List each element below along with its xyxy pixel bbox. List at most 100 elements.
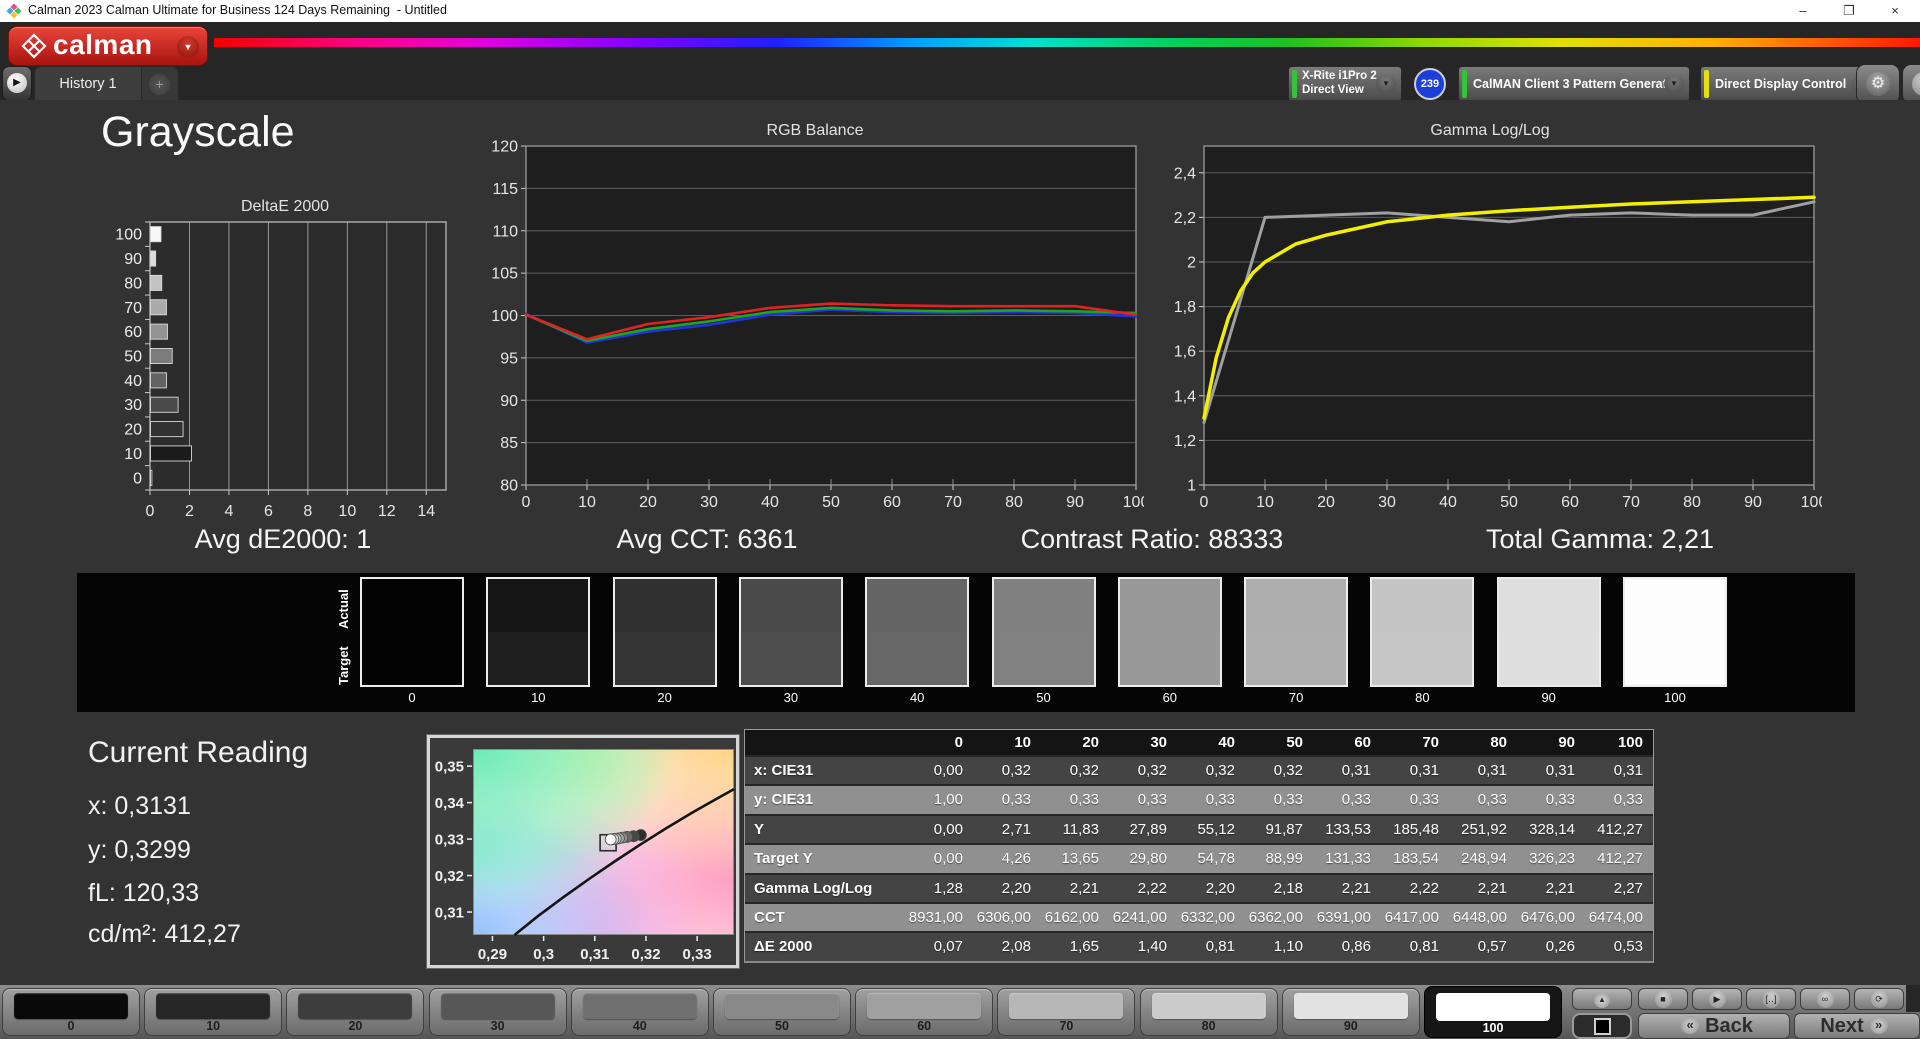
gear-icon: ⚙: [1866, 72, 1890, 96]
table-cell: 0,33: [1069, 791, 1099, 809]
pattern-button-label: 0: [67, 1019, 75, 1033]
restore-icon[interactable]: ❐: [1826, 0, 1872, 22]
spectrum-bar: [214, 38, 1920, 47]
loop-button[interactable]: ∞: [1800, 988, 1850, 1010]
pattern-button-20[interactable]: 20: [286, 988, 425, 1036]
tab-history-1[interactable]: History 1: [34, 66, 142, 102]
close-icon[interactable]: ×: [1872, 0, 1918, 22]
pattern-window-button[interactable]: [1572, 1013, 1632, 1039]
table-cell: 6162,00: [1044, 908, 1099, 926]
svg-text:80: 80: [500, 478, 518, 495]
sync-icon: ⟳: [1870, 991, 1888, 1008]
strip-patch-label: 80: [1415, 690, 1430, 705]
table-cell: 0,32: [1137, 762, 1167, 779]
table-header-cell: 50: [1286, 734, 1303, 751]
chevron-down-icon[interactable]: ▼: [177, 36, 199, 58]
svg-text:30: 30: [1378, 494, 1396, 511]
svg-text:50: 50: [822, 494, 840, 511]
table-cell: 0,53: [1613, 938, 1643, 956]
table-row-label: ΔE 2000: [754, 938, 813, 956]
strip-patch-label: 10: [531, 690, 546, 705]
table-cell: 6391,00: [1316, 908, 1371, 926]
pattern-swatch: [1436, 993, 1550, 1021]
svg-text:6: 6: [264, 503, 273, 520]
pattern-button-label: 90: [1343, 1019, 1358, 1033]
back-button[interactable]: « Back: [1638, 1013, 1790, 1039]
pattern-swatch: [582, 993, 697, 1019]
add-tab-button[interactable]: +: [141, 66, 179, 102]
table-row-label: x: CIE31: [754, 762, 814, 779]
svg-text:90: 90: [1744, 494, 1762, 511]
display-control-dropdown[interactable]: Direct Display Control ▼: [1700, 66, 1878, 102]
pattern-swatch: [1293, 993, 1408, 1019]
pattern-button-100[interactable]: 100: [1424, 986, 1562, 1038]
next-button[interactable]: Next »: [1794, 1013, 1920, 1039]
pattern-button-0[interactable]: 0: [2, 988, 140, 1036]
table-cell: 0,81: [1205, 938, 1235, 956]
table-row-label: Gamma Log/Log: [754, 879, 873, 897]
strip-actual-label: Actual: [336, 589, 351, 629]
table-cell: 0,33: [1273, 791, 1303, 809]
play-button[interactable]: ▶: [1692, 988, 1742, 1010]
svg-text:2,4: 2,4: [1174, 165, 1196, 182]
minimize-icon[interactable]: –: [1780, 0, 1826, 22]
tab-scroll-button[interactable]: ▶: [2, 66, 32, 101]
play-icon: ▶: [1708, 991, 1726, 1008]
pattern-button-50[interactable]: 50: [713, 988, 851, 1036]
table-cell: 6417,00: [1384, 908, 1439, 926]
svg-text:20: 20: [639, 494, 657, 511]
pattern-button-10[interactable]: 10: [144, 988, 283, 1036]
table-row-label: y: CIE31: [754, 791, 814, 809]
table-cell: 27,89: [1129, 820, 1167, 838]
table-cell: 6241,00: [1112, 908, 1167, 926]
svg-text:0,33: 0,33: [683, 946, 712, 963]
gamma-chart: 1 1,2 1,4 1,6 1,8 2 2,2 2,4 0 10 20 30 40 50 60 70 80 90 1…: [1174, 145, 1822, 511]
svg-text:40: 40: [1439, 494, 1457, 511]
table-cell: 8931,00: [908, 908, 963, 926]
table-cell: 328,14: [1529, 820, 1575, 838]
arrow-left-icon: ◀: [1912, 72, 1920, 96]
rgb-balance-chart-title: RGB Balance: [766, 122, 864, 139]
calman-menu-button[interactable]: calman ▼: [8, 26, 208, 66]
read-count-badge: 239: [1414, 68, 1446, 100]
table-cell: 0,31: [1613, 762, 1643, 779]
pattern-button-40[interactable]: 40: [570, 988, 709, 1036]
table-cell: 0,26: [1545, 938, 1575, 956]
pattern-swatch: [298, 993, 413, 1019]
settings-button[interactable]: ⚙: [1856, 64, 1900, 104]
pattern-generator-dropdown[interactable]: CalMAN Client 3 Pattern Generator ▼: [1458, 66, 1690, 102]
frame-step-button[interactable]: [‥]: [1746, 988, 1796, 1010]
strip-patch-90: [1496, 577, 1601, 687]
plus-icon: +: [149, 74, 170, 95]
pattern-button-80[interactable]: 80: [1139, 988, 1278, 1036]
pattern-button-label: 70: [1059, 1019, 1074, 1033]
table-cell: 11,83: [1062, 820, 1099, 838]
svg-text:100: 100: [1123, 494, 1144, 511]
pattern-button-70[interactable]: 70: [997, 988, 1136, 1036]
table-cell: 0,32: [1205, 762, 1235, 779]
table-cell: 0,31: [1341, 762, 1371, 779]
strip-patch-80: [1370, 577, 1475, 687]
measurement-table: 0 10 20 30 40 50 60 70 80 90 100 x: CIE31 0,00 0,32 0,…: [744, 729, 1654, 963]
collapse-bar-button[interactable]: ▲: [1572, 988, 1632, 1010]
sync-button[interactable]: ⟳: [1854, 988, 1904, 1010]
workflow-back-button[interactable]: ◀: [1902, 64, 1920, 104]
table-cell: 412,27: [1597, 820, 1643, 838]
meter-dropdown[interactable]: X-Rite i1Pro 2 Direct View ▼: [1288, 66, 1402, 102]
table-cell: 2,18: [1273, 879, 1303, 897]
chevron-down-icon[interactable]: ▼: [1376, 75, 1396, 93]
pattern-button-60[interactable]: 60: [855, 988, 994, 1036]
table-cell: 0,57: [1477, 938, 1507, 956]
svg-text:1,6: 1,6: [1174, 344, 1196, 361]
svg-text:0,3: 0,3: [533, 946, 554, 963]
chevron-down-icon[interactable]: ▼: [1664, 75, 1684, 93]
pattern-bar: 0 10 20 30 40 50 60 70 80 90 100 ▲ ■ ▶ [‥] ∞ ⟳ « Back N…: [0, 983, 1920, 1039]
pattern-button-30[interactable]: 30: [428, 988, 567, 1036]
reading-x: x: 0,3131: [88, 792, 191, 820]
table-cell: 2,21: [1069, 879, 1099, 897]
svg-text:8: 8: [303, 503, 312, 520]
pattern-button-90[interactable]: 90: [1281, 988, 1420, 1036]
table-header-cell: 40: [1218, 734, 1235, 751]
stop-button[interactable]: ■: [1638, 988, 1688, 1010]
strip-patch-label: 30: [783, 690, 799, 705]
